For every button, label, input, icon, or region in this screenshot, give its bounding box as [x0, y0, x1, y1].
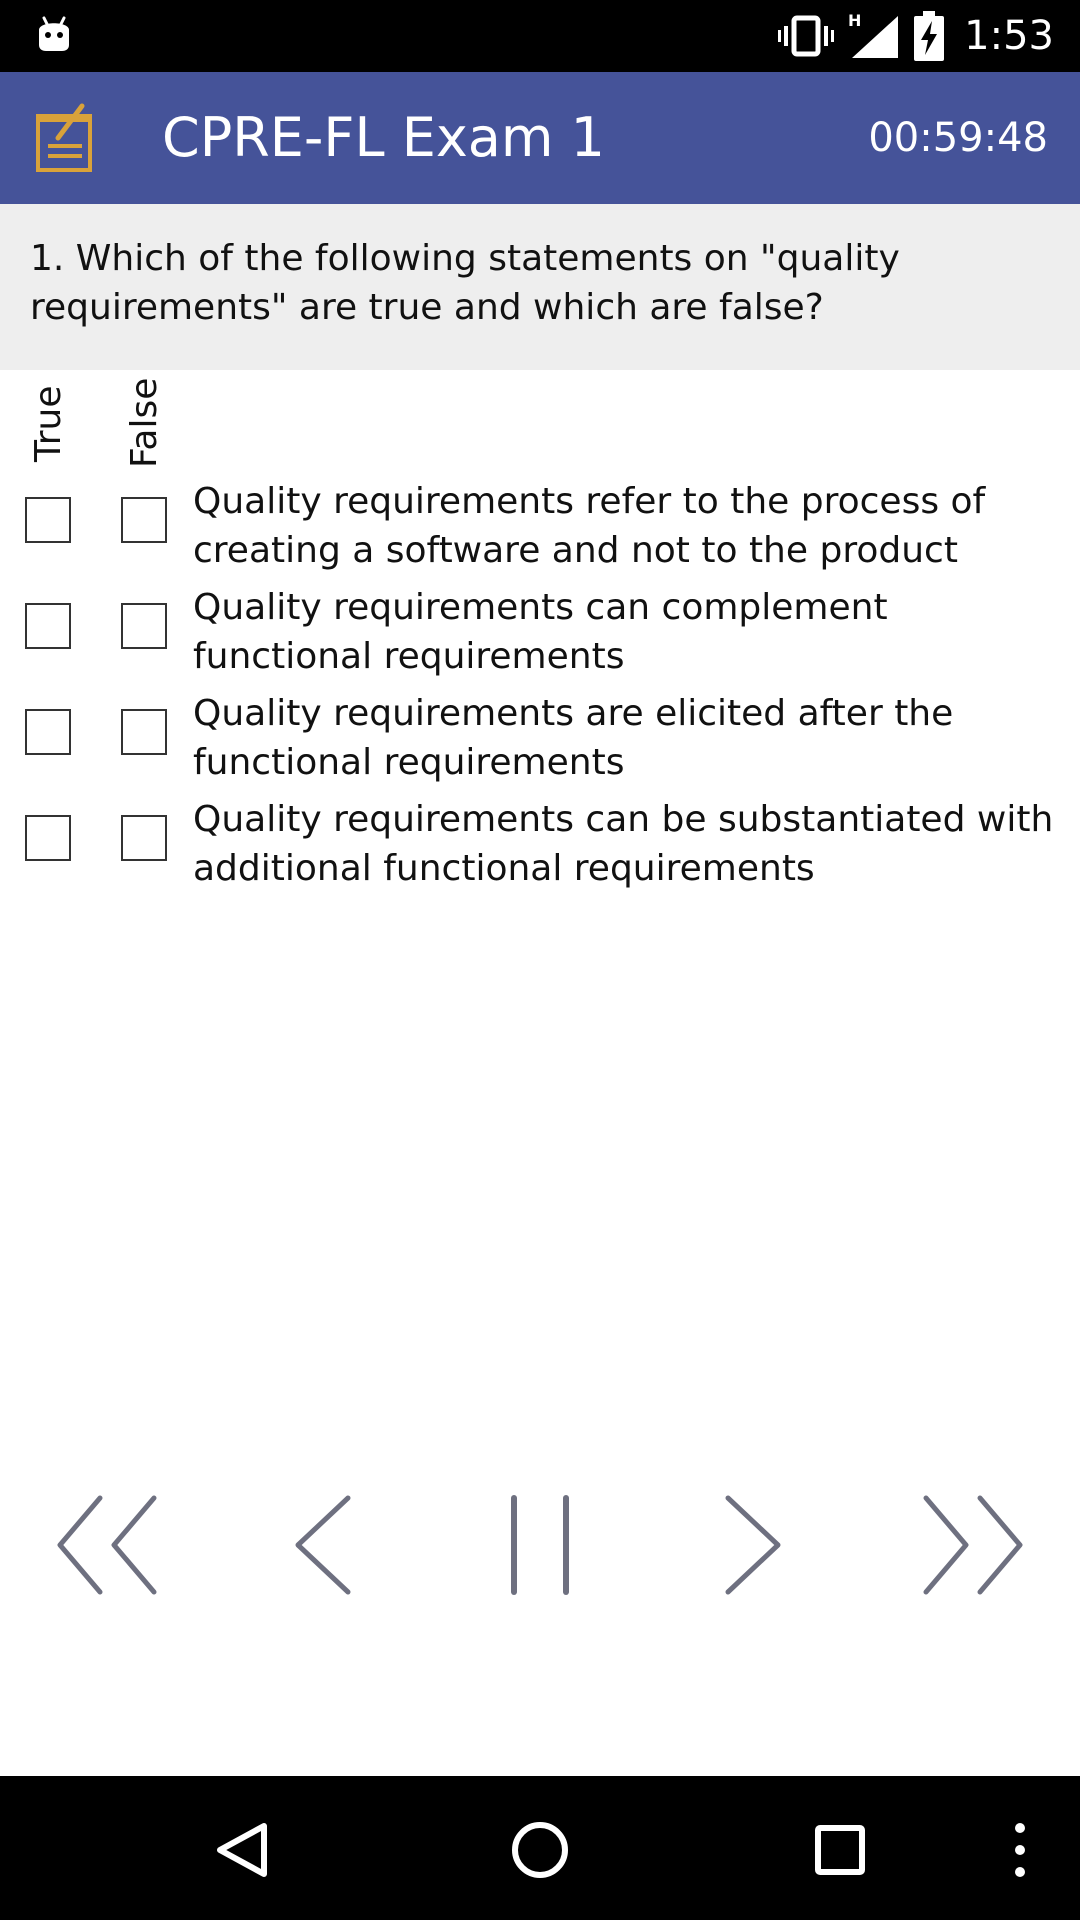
true-checkbox[interactable]: [25, 815, 71, 861]
false-column-header: False: [124, 377, 165, 468]
last-question-icon[interactable]: [918, 1490, 1028, 1600]
question-panel: 1. Which of the following statements on …: [0, 204, 1080, 370]
android-debug-icon: [39, 16, 69, 51]
false-checkbox[interactable]: [121, 815, 167, 861]
recents-icon[interactable]: [814, 1824, 866, 1876]
signal-icon: H: [848, 12, 899, 58]
network-type-label: H: [848, 12, 861, 30]
false-checkbox[interactable]: [121, 603, 167, 649]
exam-notepad-icon[interactable]: [36, 102, 94, 174]
first-question-icon[interactable]: [52, 1490, 162, 1600]
true-column-header: True: [28, 385, 69, 462]
status-clock: 1:53: [964, 13, 1054, 59]
pause-icon[interactable]: [500, 1490, 580, 1600]
exam-timer: 00:59:48: [868, 115, 1048, 161]
back-icon[interactable]: [214, 1822, 270, 1878]
next-question-icon[interactable]: [720, 1490, 790, 1600]
answer-row-4: Quality requirements can be substantiate…: [0, 795, 1080, 901]
answer-text: Quality requirements are elicited after …: [193, 693, 954, 783]
exam-title: CPRE-FL Exam 1: [162, 106, 605, 169]
true-checkbox[interactable]: [25, 603, 71, 649]
vibrate-icon: [778, 15, 835, 57]
answer-text: Quality requirements refer to the proces…: [193, 481, 986, 571]
answer-row-2: Quality requirements can complement func…: [0, 583, 1080, 689]
battery-charging-icon: [914, 11, 945, 61]
home-icon[interactable]: [510, 1820, 570, 1880]
previous-question-icon[interactable]: [286, 1490, 356, 1600]
overflow-menu-icon[interactable]: [1010, 1820, 1030, 1880]
true-checkbox[interactable]: [25, 709, 71, 755]
answer-text: Quality requirements can complement func…: [193, 587, 888, 677]
answer-row-1: Quality requirements refer to the proces…: [0, 477, 1080, 583]
status-bar: H 1:53: [0, 0, 1080, 72]
true-checkbox[interactable]: [25, 497, 71, 543]
system-navigation-bar: [0, 1776, 1080, 1920]
false-checkbox[interactable]: [121, 709, 167, 755]
app-bar: CPRE-FL Exam 1 00:59:48: [0, 72, 1080, 204]
false-checkbox[interactable]: [121, 497, 167, 543]
answer-text: Quality requirements can be substantiate…: [193, 799, 1054, 889]
question-text: 1. Which of the following statements on …: [30, 238, 900, 328]
answer-row-3: Quality requirements are elicited after …: [0, 689, 1080, 795]
